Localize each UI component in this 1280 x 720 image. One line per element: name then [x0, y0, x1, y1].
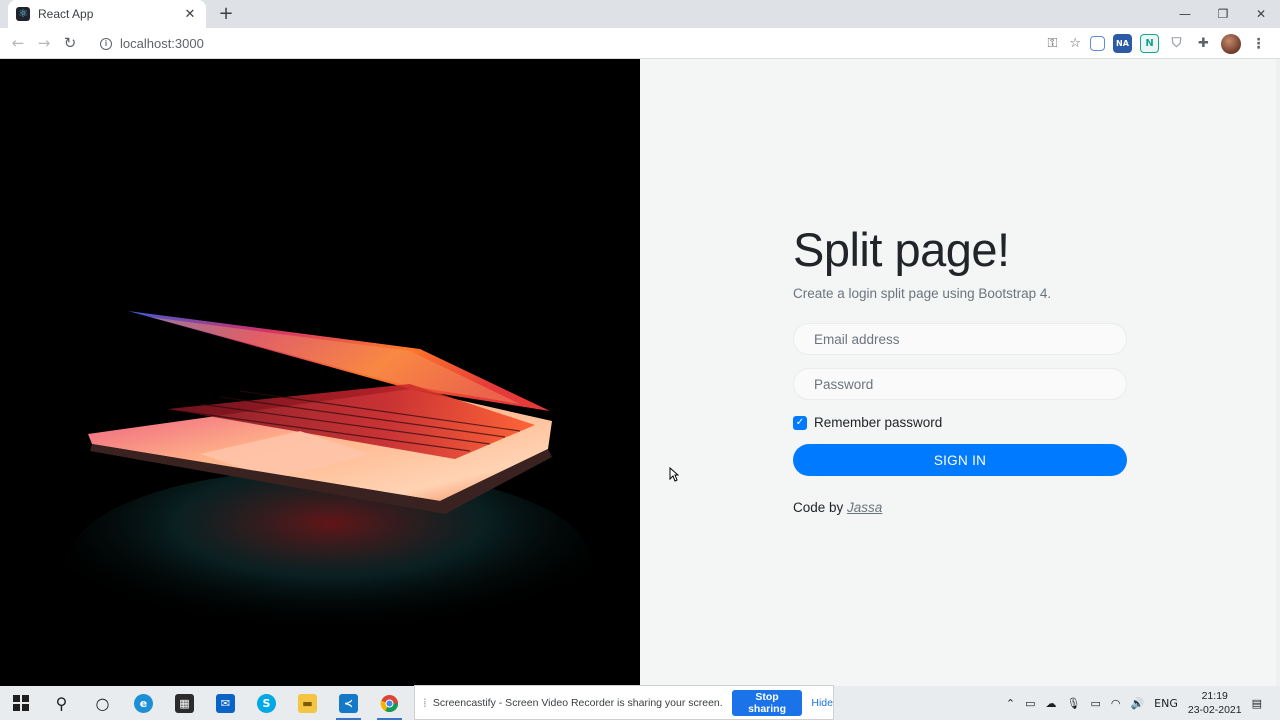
wifi-icon[interactable]: ◠	[1111, 697, 1121, 710]
clock[interactable]: 21:19 23-02-2021	[1188, 689, 1242, 717]
window-controls: — ❐ ✕	[1166, 0, 1280, 28]
react-favicon-icon: ⚛	[16, 7, 30, 21]
tab-title: React App	[38, 7, 94, 21]
scrollbar[interactable]	[1276, 59, 1280, 686]
password-field[interactable]	[793, 368, 1127, 400]
hero-image	[0, 59, 640, 686]
minimize-button[interactable]: —	[1166, 0, 1204, 28]
clock-date: 23-02-2021	[1187, 704, 1242, 716]
microphone-icon[interactable]: 🎙	[1066, 697, 1080, 710]
cortana-icon[interactable]: ○	[82, 686, 123, 720]
forward-button[interactable]: →	[31, 30, 57, 56]
device-icon[interactable]: ▭	[1025, 697, 1035, 710]
site-info-icon[interactable]: i	[100, 37, 112, 50]
reload-button[interactable]: ↻	[57, 30, 83, 56]
extension-1-icon[interactable]	[1090, 36, 1105, 51]
volume-icon[interactable]: 🔊	[1130, 697, 1144, 710]
hide-button[interactable]: Hide	[811, 697, 833, 709]
login-form: Split page! Create a login split page us…	[793, 222, 1127, 515]
key-icon[interactable]: ⚿	[1047, 36, 1057, 51]
page-viewport: Split page! Create a login split page us…	[0, 59, 1280, 686]
maximize-button[interactable]: ❐	[1204, 0, 1242, 28]
close-window-button[interactable]: ✕	[1242, 0, 1280, 28]
mouse-cursor-icon	[669, 467, 679, 482]
sign-in-button[interactable]: SIGN IN	[793, 444, 1127, 476]
notification-icon[interactable]: ▤	[1252, 697, 1262, 710]
drag-handle-icon[interactable]: ⁞	[423, 696, 427, 710]
edge-icon[interactable]: e	[123, 686, 164, 720]
back-button[interactable]: ←	[5, 30, 31, 56]
credit-prefix: Code by	[793, 500, 848, 515]
stop-sharing-button[interactable]: Stop sharing	[731, 689, 803, 716]
extension-n-icon[interactable]: N	[1140, 34, 1159, 53]
extension-na-icon[interactable]: NA	[1113, 34, 1132, 53]
battery-icon[interactable]: ▭	[1090, 697, 1100, 710]
star-icon[interactable]: ☆	[1069, 36, 1081, 51]
chrome-icon[interactable]	[369, 686, 410, 720]
vscode-icon[interactable]: ≺	[328, 686, 369, 720]
avatar[interactable]	[1221, 33, 1241, 54]
new-tab-button[interactable]: +	[216, 4, 236, 24]
search-icon[interactable]: ⚲	[41, 686, 82, 720]
remember-label[interactable]: Remember password	[814, 415, 942, 430]
remember-password-row[interactable]: ✓ Remember password	[793, 415, 1127, 430]
screen-share-notification: ⁞ Screencastify - Screen Video Recorder …	[414, 685, 834, 720]
browser-toolbar: ← → ↻ i localhost:3000 ⚿ ☆ NA N ⛉ ✚ ⋮	[0, 28, 1280, 59]
clock-time: 21:19	[1201, 690, 1228, 702]
remember-checkbox[interactable]: ✓	[793, 415, 807, 430]
author-link[interactable]: Jassa	[847, 500, 882, 515]
url-text[interactable]: localhost:3000	[120, 36, 204, 51]
share-message: Screencastify - Screen Video Recorder is…	[432, 696, 723, 709]
laptop-illustration	[70, 311, 590, 649]
language-indicator[interactable]: ENG	[1154, 697, 1178, 710]
shield-icon[interactable]: ⛉	[1167, 34, 1186, 53]
extension-bar: NA N ⛉ ✚ ⋮	[1090, 31, 1268, 56]
mail-icon[interactable]: ✉	[205, 686, 246, 720]
tab-close-icon[interactable]: ✕	[182, 7, 198, 22]
browser-tab-strip: ⚛ React App ✕ + — ❐ ✕	[0, 0, 1280, 28]
store-icon[interactable]: ▦	[164, 686, 205, 720]
file-explorer-icon[interactable]: ▬	[287, 686, 328, 720]
page-subtitle: Create a login split page using Bootstra…	[793, 286, 1052, 301]
system-tray: ⌃ ▭ ☁ 🎙 ▭ ◠ 🔊 ENG 21:19 23-02-2021 ▤	[1006, 686, 1280, 720]
windows-start-icon[interactable]	[0, 686, 41, 720]
address-bar[interactable]: i localhost:3000 ⚿ ☆	[90, 31, 1085, 56]
cloud-icon[interactable]: ☁	[1045, 697, 1056, 710]
browser-tab[interactable]: ⚛ React App ✕	[8, 0, 206, 28]
chevron-up-icon[interactable]: ⌃	[1006, 697, 1015, 710]
credit-line: Code by Jassa	[793, 500, 1127, 515]
puzzle-icon[interactable]: ✚	[1194, 34, 1213, 53]
skype-icon[interactable]: S	[246, 686, 287, 720]
email-field[interactable]	[793, 323, 1127, 355]
menu-icon[interactable]: ⋮	[1249, 34, 1268, 53]
page-title: Split page!	[793, 223, 1010, 276]
login-panel: Split page! Create a login split page us…	[640, 59, 1280, 686]
